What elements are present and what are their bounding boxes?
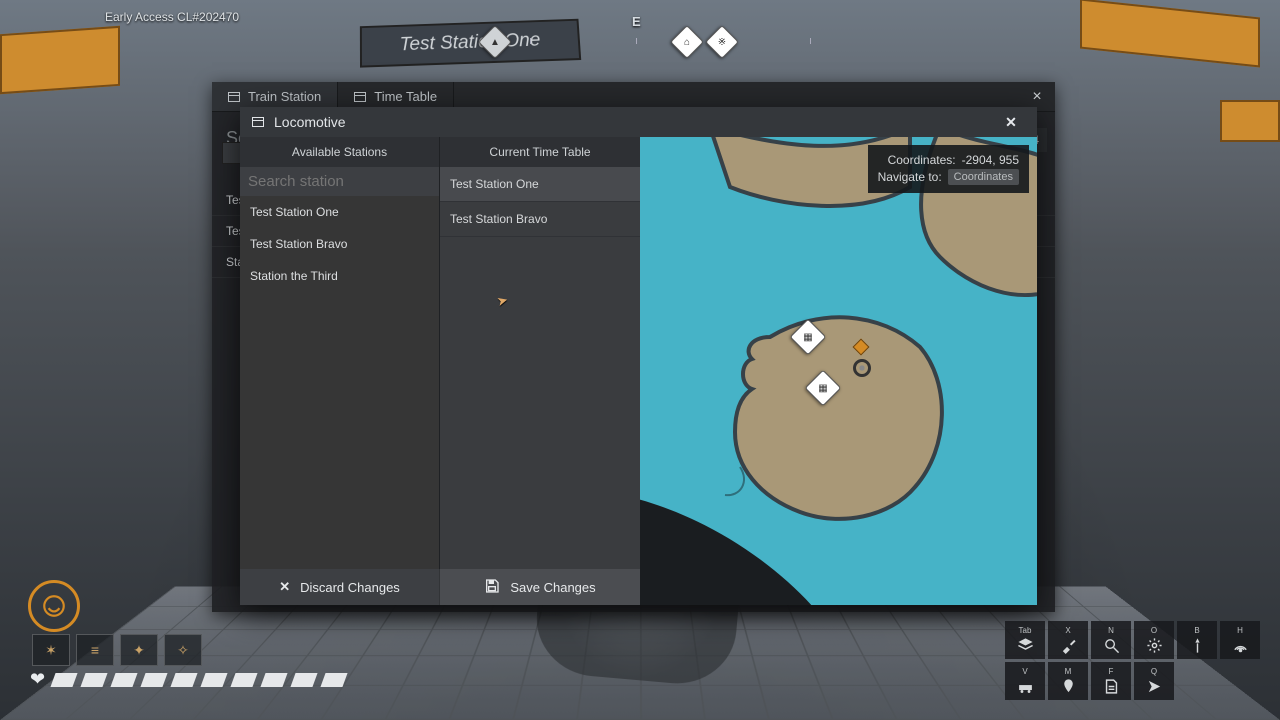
shortcut-grid: Tab X N O B H V M F Q: [1005, 621, 1260, 700]
map-player-marker[interactable]: [853, 359, 871, 377]
map-pin-icon: [1060, 678, 1077, 695]
shortcut-search[interactable]: N: [1091, 621, 1131, 659]
shortcut-scan[interactable]: H: [1220, 621, 1260, 659]
shortcut-icon: [1146, 678, 1163, 695]
codex-icon: [1103, 678, 1120, 695]
hotbar-slot[interactable]: ✧: [164, 634, 202, 666]
save-changes-button[interactable]: Save Changes: [440, 569, 640, 605]
shortcut-build[interactable]: Tab: [1005, 621, 1045, 659]
coords-value: -2904, 955: [962, 153, 1019, 167]
health-bar: ❤: [30, 669, 345, 690]
build-menu-icon: [1017, 637, 1034, 654]
station-search[interactable]: [240, 167, 439, 196]
build-info: Early Access CL#202470: [105, 10, 239, 24]
scan-signal-icon: [1232, 637, 1249, 654]
hotbar: ✶ ≡ ✦ ✧: [32, 634, 202, 666]
station-search-input[interactable]: [248, 173, 447, 190]
available-station-item[interactable]: Test Station Bravo: [240, 228, 439, 260]
locomotive-modal: Locomotive ✕ Available Stations Current …: [240, 107, 1037, 605]
coords-label: Coordinates:: [888, 153, 956, 167]
current-timetable-header: Current Time Table: [440, 137, 640, 167]
beacon-icon: [1189, 637, 1206, 654]
shortcut-codex[interactable]: F: [1091, 662, 1131, 700]
building-decor: [1220, 100, 1280, 142]
map-info-overlay: Coordinates: -2904, 955 Navigate to: Coo…: [868, 145, 1029, 193]
vehicle-icon: [1017, 678, 1034, 695]
shortcut-beacon[interactable]: B: [1177, 621, 1217, 659]
modal-title-text: Locomotive: [274, 114, 346, 130]
discard-changes-button[interactable]: ✕ Discard Changes: [240, 569, 440, 605]
ability-ring-icon: [28, 580, 80, 632]
available-stations-column: Test Station One Test Station Bravo Stat…: [240, 167, 440, 569]
timetable-entry[interactable]: Test Station Bravo: [440, 202, 640, 237]
options-gear-icon: [1146, 637, 1163, 654]
dismantle-icon: [1060, 637, 1077, 654]
available-station-item[interactable]: Test Station One: [240, 196, 439, 228]
window-icon: [252, 117, 264, 127]
map-canvas[interactable]: [640, 137, 1037, 605]
navigate-mode[interactable]: Coordinates: [948, 169, 1019, 185]
modal-close-button[interactable]: ✕: [997, 108, 1025, 136]
shortcut-map[interactable]: M: [1048, 662, 1088, 700]
modal-titlebar: Locomotive ✕: [240, 107, 1037, 137]
building-decor: [1080, 0, 1260, 67]
flashlight-search-icon: [1103, 637, 1120, 654]
hotbar-slot[interactable]: ≡: [76, 634, 114, 666]
window-icon: [354, 92, 366, 102]
shortcut-vehicle[interactable]: V: [1005, 662, 1045, 700]
hotbar-slot[interactable]: ✦: [120, 634, 158, 666]
shortcut-quick[interactable]: Q: [1134, 662, 1174, 700]
heart-icon: ❤: [30, 669, 45, 690]
compass-east-label: E: [632, 14, 641, 29]
navigate-label: Navigate to:: [878, 170, 942, 184]
window-icon: [228, 92, 240, 102]
save-icon: [484, 578, 500, 597]
compass-bar: E ▲ ⌂ ※: [380, 8, 900, 48]
close-icon: ✕: [279, 579, 290, 595]
timetable-entry[interactable]: Test Station One: [440, 167, 640, 202]
map-panel[interactable]: Coordinates: -2904, 955 Navigate to: Coo…: [640, 137, 1037, 605]
building-decor: [0, 26, 120, 94]
timetable-column: Test Station One Test Station Bravo: [440, 167, 640, 569]
available-stations-header: Available Stations: [240, 137, 440, 167]
available-station-item[interactable]: Station the Third: [240, 260, 439, 292]
hotbar-slot[interactable]: ✶: [32, 634, 70, 666]
shortcut-dismantle[interactable]: X: [1048, 621, 1088, 659]
shortcut-options[interactable]: O: [1134, 621, 1174, 659]
